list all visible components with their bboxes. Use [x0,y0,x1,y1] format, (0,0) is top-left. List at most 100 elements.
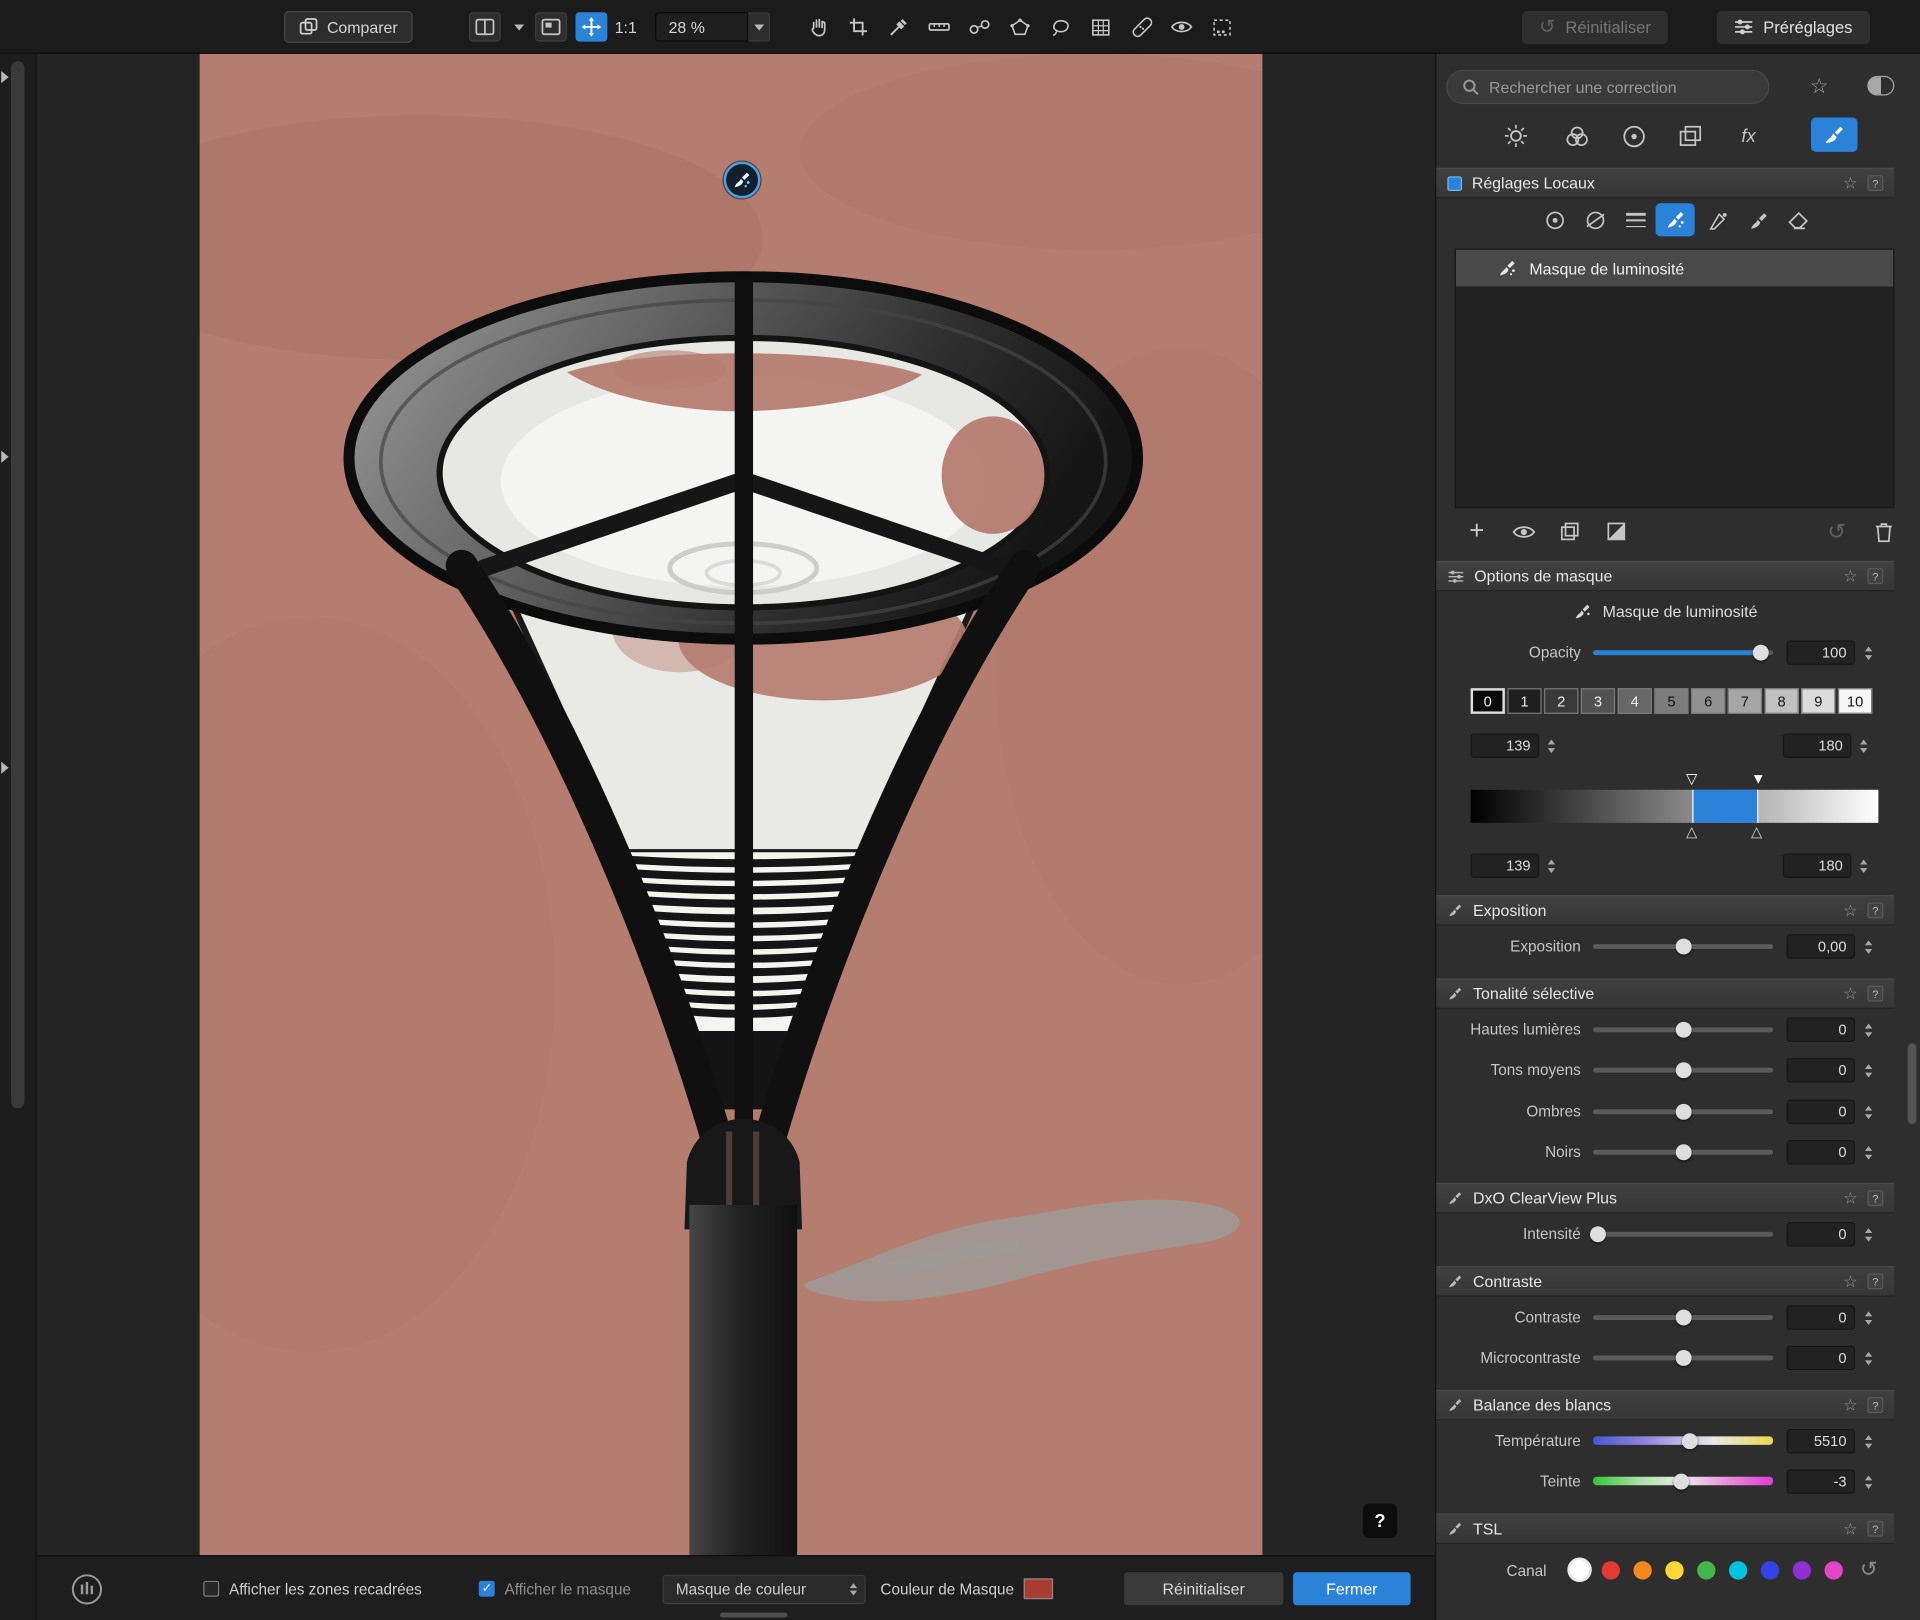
presets-button[interactable]: Préréglages [1716,10,1870,44]
control-line-tool[interactable] [1578,204,1612,236]
section-header-contraste[interactable]: Contraste ☆ ? [1436,1266,1895,1297]
zone-button-6[interactable]: 6 [1691,688,1726,714]
left-panel-expander-icon[interactable] [1,71,9,84]
local-adjustments-list[interactable]: Masque de luminosité [1454,248,1895,509]
move-tool-button[interactable] [575,12,608,42]
favorite-star-icon[interactable]: ☆ [1843,173,1857,193]
temperature-slider[interactable] [1593,1432,1774,1449]
mask-reset-button[interactable]: Réinitialiser [1124,1572,1284,1606]
section-header-white-balance[interactable]: Balance des blancs ☆ ? [1436,1389,1895,1421]
range-marker-bottom-left-icon[interactable]: △ [1686,824,1697,839]
left-panel-expander-icon[interactable] [1,450,9,463]
range-high-stepper[interactable] [1856,735,1871,757]
show-mask-checkbox[interactable]: ✓ [478,1580,495,1597]
mask-color-swatch[interactable] [1023,1578,1054,1600]
selected-luminance-range[interactable] [1692,789,1759,823]
midtones-slider[interactable] [1593,1062,1774,1079]
favorite-star-icon[interactable]: ☆ [1843,901,1857,921]
range-low-value[interactable]: 139 [1470,733,1540,758]
favorites-filter-star-icon[interactable]: ☆ [1810,75,1829,99]
repair-tool[interactable] [1125,12,1157,41]
help-button[interactable]: ? [1362,1503,1398,1538]
exposition-slider[interactable] [1593,938,1774,955]
tab-light[interactable] [1498,119,1535,153]
channel-magenta[interactable] [1824,1561,1843,1580]
whitebalance-picker-tool[interactable] [883,12,915,41]
compare-button[interactable]: Comparer [284,11,413,43]
crop-tool[interactable] [842,12,874,41]
zone-button-0[interactable]: 0 [1470,688,1505,714]
search-input[interactable] [1488,77,1734,97]
range-marker-top-left-icon[interactable]: ▽ [1686,771,1697,786]
temperature-stepper[interactable] [1861,1430,1876,1452]
section-header-exposition[interactable]: Exposition ☆ ? [1436,895,1895,926]
favorite-star-icon[interactable]: ☆ [1843,1519,1857,1539]
brush-tool[interactable] [1741,204,1775,236]
intensity-stepper[interactable] [1861,1223,1876,1245]
zone-button-5[interactable]: 5 [1654,688,1689,714]
tint-slider[interactable] [1593,1473,1774,1489]
intensity-value[interactable]: 0 [1786,1222,1856,1247]
exposition-value[interactable]: 0,00 [1786,934,1856,959]
intensity-slider[interactable] [1590,1226,1774,1243]
tab-detail[interactable] [1615,119,1652,153]
tab-effects[interactable]: fx [1730,119,1767,153]
help-icon[interactable]: ? [1867,902,1884,919]
range-marker-top-right-icon[interactable]: ▼ [1751,771,1766,786]
blacks-stepper[interactable] [1861,1141,1876,1163]
range-low-stepper[interactable] [1544,735,1559,757]
photo-streetlamp-with-mask[interactable] [199,53,1263,1556]
blacks-slider[interactable] [1593,1144,1774,1161]
right-panel-scrollbar[interactable] [1907,1043,1917,1125]
luminosity-mask-tool-active[interactable] [1655,203,1695,237]
opacity-slider[interactable] [1593,644,1774,661]
spin-down-icon[interactable] [1864,654,1873,660]
channel-orange[interactable] [1633,1561,1652,1580]
range-high2-stepper[interactable] [1856,855,1871,877]
toggle-mask-visibility-button[interactable] [1505,517,1542,546]
tint-stepper[interactable] [1861,1471,1876,1493]
control-point-tool[interactable] [1538,204,1572,236]
microcontrast-slider[interactable] [1593,1350,1774,1366]
perspective-grid-tool[interactable] [1085,12,1117,41]
preview-eye-tool[interactable] [1166,12,1198,41]
help-icon[interactable]: ? [1867,1273,1884,1290]
zone-button-8[interactable]: 8 [1764,688,1799,714]
opacity-stepper[interactable] [1861,642,1876,664]
midtones-stepper[interactable] [1861,1059,1876,1081]
microcontrast-stepper[interactable] [1861,1347,1876,1369]
zoom-dropdown[interactable] [748,12,771,42]
help-icon[interactable]: ? [1867,175,1884,192]
zone-button-2[interactable]: 2 [1544,688,1579,714]
left-scrollbar[interactable] [11,61,25,1109]
highlights-slider[interactable] [1593,1021,1774,1038]
tsl-reset-icon[interactable]: ↺ [1860,1558,1877,1582]
view-options-button[interactable] [535,12,567,42]
favorite-star-icon[interactable]: ☆ [1843,1272,1857,1292]
shadows-stepper[interactable] [1861,1101,1876,1123]
eraser-tool[interactable] [1782,204,1816,236]
favorite-star-icon[interactable]: ☆ [1843,1188,1857,1208]
blacks-value[interactable]: 0 [1786,1140,1856,1165]
favorite-star-icon[interactable]: ☆ [1843,1395,1857,1415]
delete-mask-button[interactable] [1865,517,1902,546]
tab-local-adjustments-active[interactable] [1811,117,1858,152]
shadows-value[interactable]: 0 [1786,1099,1856,1125]
temperature-value[interactable]: 5510 [1786,1428,1856,1454]
help-icon[interactable]: ? [1867,568,1884,585]
highlights-value[interactable]: 0 [1786,1017,1856,1043]
gradient-filter-tool[interactable] [1619,204,1653,236]
polygon-select-tool[interactable] [1004,12,1036,41]
zoom-1to1-button[interactable]: 1:1 [615,18,637,36]
hand-tool[interactable] [802,12,834,41]
tab-geometry[interactable] [1671,119,1708,153]
clone-stamp-tool[interactable] [964,12,996,41]
range-low2-value[interactable]: 139 [1470,853,1540,878]
zone-button-1[interactable]: 1 [1507,688,1542,714]
exposition-stepper[interactable] [1861,936,1876,958]
help-icon[interactable]: ? [1867,1190,1884,1207]
palette-enabled-checkbox[interactable] [1447,175,1463,191]
zone-button-3[interactable]: 3 [1580,688,1616,714]
range-marker-bottom-right-icon[interactable]: △ [1751,824,1762,839]
local-adjustments-mask-tool[interactable] [1206,12,1238,41]
